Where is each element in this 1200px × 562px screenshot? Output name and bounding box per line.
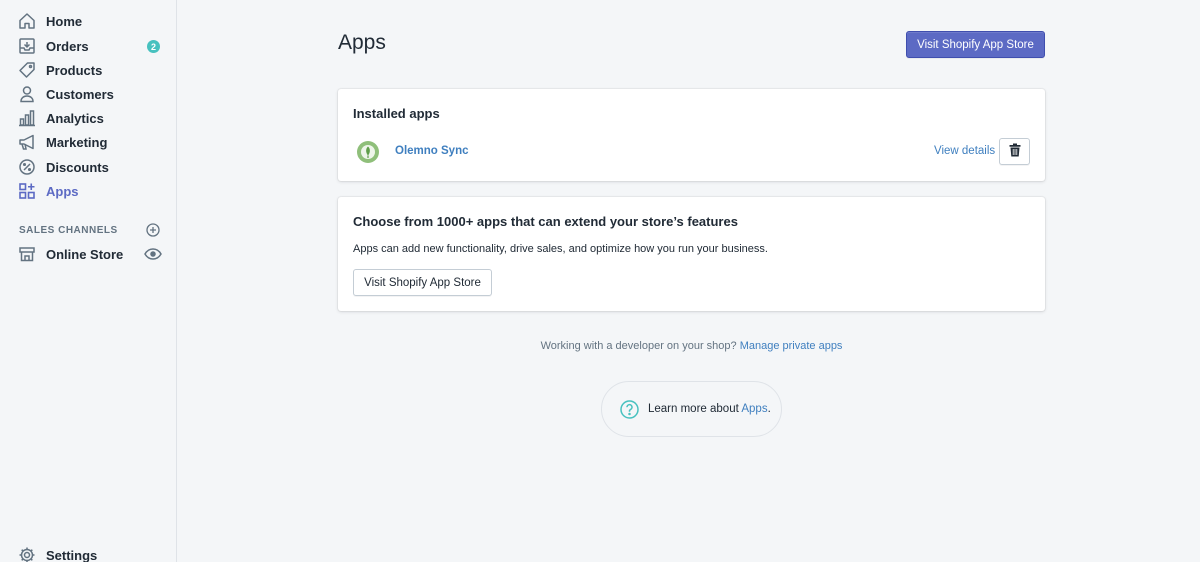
orders-count-badge: 2 bbox=[147, 40, 160, 53]
tag-icon bbox=[18, 61, 36, 79]
add-sales-channel-icon[interactable] bbox=[145, 222, 161, 238]
visit-app-store-secondary-button[interactable]: Visit Shopify App Store bbox=[353, 269, 492, 296]
sidebar-item-customers[interactable]: Customers bbox=[0, 82, 176, 106]
megaphone-icon bbox=[18, 133, 36, 151]
home-icon bbox=[18, 12, 36, 30]
sidebar-item-label: Customers bbox=[46, 87, 114, 102]
sidebar-item-label: Analytics bbox=[46, 111, 104, 126]
bar-chart-icon bbox=[18, 109, 36, 127]
sales-channels-heading: SALES CHANNELS bbox=[19, 225, 118, 236]
delete-app-button[interactable] bbox=[999, 138, 1030, 165]
sidebar: Home Orders 2 Products Customers Analyti… bbox=[0, 0, 177, 562]
sidebar-item-apps[interactable]: Apps bbox=[0, 179, 176, 203]
app-logo-icon bbox=[357, 141, 379, 163]
sidebar-item-label: Online Store bbox=[46, 247, 124, 262]
view-details-link[interactable]: View details bbox=[934, 145, 995, 157]
learn-more-text: Learn more about Apps. bbox=[648, 403, 771, 415]
help-icon bbox=[620, 400, 639, 419]
discover-apps-description: Apps can add new functionality, drive sa… bbox=[353, 243, 768, 255]
page-title: Apps bbox=[338, 31, 386, 54]
private-apps-text: Working with a developer on your shop? bbox=[540, 340, 737, 352]
sidebar-item-label: Apps bbox=[46, 184, 79, 199]
apps-icon bbox=[18, 182, 36, 200]
sidebar-item-label: Products bbox=[46, 63, 103, 78]
app-name-link[interactable]: Olemno Sync bbox=[395, 145, 469, 157]
person-icon bbox=[18, 85, 36, 103]
sidebar-item-label: Discounts bbox=[46, 160, 109, 175]
learn-more-callout: Learn more about Apps. bbox=[601, 381, 782, 437]
learn-more-apps-link[interactable]: Apps bbox=[741, 403, 767, 415]
sidebar-item-discounts[interactable]: Discounts bbox=[0, 155, 176, 179]
learn-more-suffix: . bbox=[767, 403, 771, 415]
trash-icon bbox=[1009, 143, 1021, 160]
sidebar-item-analytics[interactable]: Analytics bbox=[0, 106, 176, 130]
sidebar-item-label: Marketing bbox=[46, 135, 108, 150]
sidebar-item-orders[interactable]: Orders 2 bbox=[0, 34, 176, 58]
manage-private-apps-link[interactable]: Manage private apps bbox=[740, 340, 843, 352]
learn-more-prefix: Learn more about bbox=[648, 403, 739, 415]
sidebar-item-marketing[interactable]: Marketing bbox=[0, 130, 176, 154]
sidebar-item-products[interactable]: Products bbox=[0, 58, 176, 82]
discover-apps-card: Choose from 1000+ apps that can extend y… bbox=[338, 197, 1045, 311]
store-icon bbox=[18, 245, 36, 263]
discover-apps-title: Choose from 1000+ apps that can extend y… bbox=[353, 214, 738, 229]
sidebar-item-label: Home bbox=[46, 14, 83, 29]
installed-apps-card: Installed apps Olemno Sync View details bbox=[338, 89, 1045, 181]
discount-icon bbox=[18, 158, 36, 176]
sidebar-item-online-store[interactable]: Online Store bbox=[0, 242, 176, 266]
visit-app-store-button[interactable]: Visit Shopify App Store bbox=[906, 31, 1045, 58]
installed-apps-title: Installed apps bbox=[353, 106, 440, 121]
eye-icon[interactable] bbox=[144, 247, 162, 261]
sidebar-item-home[interactable]: Home bbox=[0, 9, 176, 33]
orders-icon bbox=[18, 37, 36, 55]
sidebar-item-label: Settings bbox=[46, 548, 98, 562]
private-apps-footer: Working with a developer on your shop? M… bbox=[338, 340, 1045, 352]
gear-icon bbox=[18, 546, 36, 562]
sidebar-item-label: Orders bbox=[46, 39, 89, 54]
sidebar-item-settings[interactable]: Settings bbox=[0, 543, 176, 562]
